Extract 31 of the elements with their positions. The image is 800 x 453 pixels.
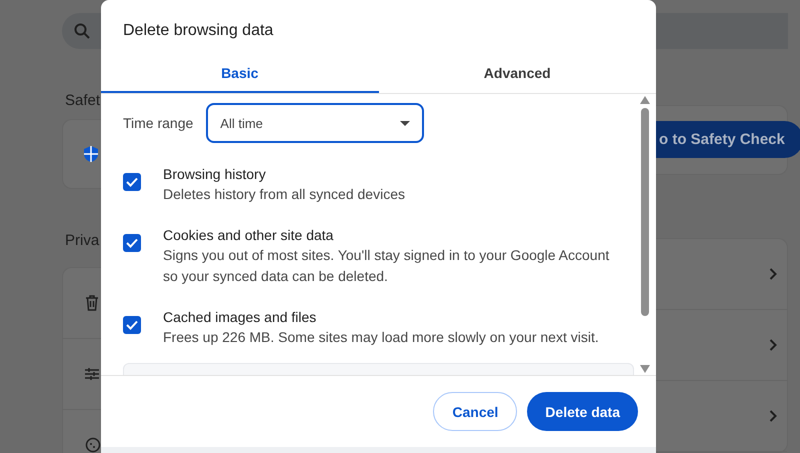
shield-icon xyxy=(83,145,99,163)
option-title: Cached images and files xyxy=(163,308,318,327)
option-description: Signs you out of most sites. You'll stay signed in to your Google Account so your synced data can be deleted. xyxy=(163,246,610,286)
checkbox[interactable] xyxy=(123,173,141,191)
tab[interactable]: Advanced xyxy=(378,54,656,93)
checkbox[interactable] xyxy=(123,316,141,334)
option-title: Cookies and other site data xyxy=(163,226,334,245)
search-icon xyxy=(74,23,90,39)
chevron-right-icon[interactable] xyxy=(769,410,777,422)
sliders-icon xyxy=(85,367,99,381)
option-title: Browsing history xyxy=(163,165,267,184)
section-heading: Safet xyxy=(64,92,101,109)
caret-icon xyxy=(400,120,410,126)
safety-check-button[interactable]: o to Safety Check xyxy=(656,121,800,158)
scrollbar-thumb[interactable] xyxy=(641,108,649,316)
cancel-button[interactable]: Cancel xyxy=(433,392,518,431)
section-heading: Priva xyxy=(64,232,100,249)
checkbox[interactable] xyxy=(123,234,141,252)
chevron-right-icon[interactable] xyxy=(769,339,777,351)
tab[interactable]: Basic xyxy=(101,54,378,93)
scroll-down-icon[interactable] xyxy=(640,365,650,373)
scroll-up-icon[interactable] xyxy=(640,96,650,104)
cookie-icon xyxy=(85,437,101,453)
time-range-label: Time range xyxy=(123,115,194,131)
option-description: Deletes history from all synced devices xyxy=(163,185,405,204)
time-range-dropdown[interactable]: All time xyxy=(206,103,424,143)
delete-data-button[interactable]: Delete data xyxy=(527,392,638,431)
dialog-title: Delete browsing data xyxy=(122,21,274,40)
trash-icon xyxy=(85,295,99,311)
option-description: Frees up 226 MB. Some sites may load more slowly on your next visit. xyxy=(163,328,599,347)
chevron-right-icon[interactable] xyxy=(769,268,777,280)
